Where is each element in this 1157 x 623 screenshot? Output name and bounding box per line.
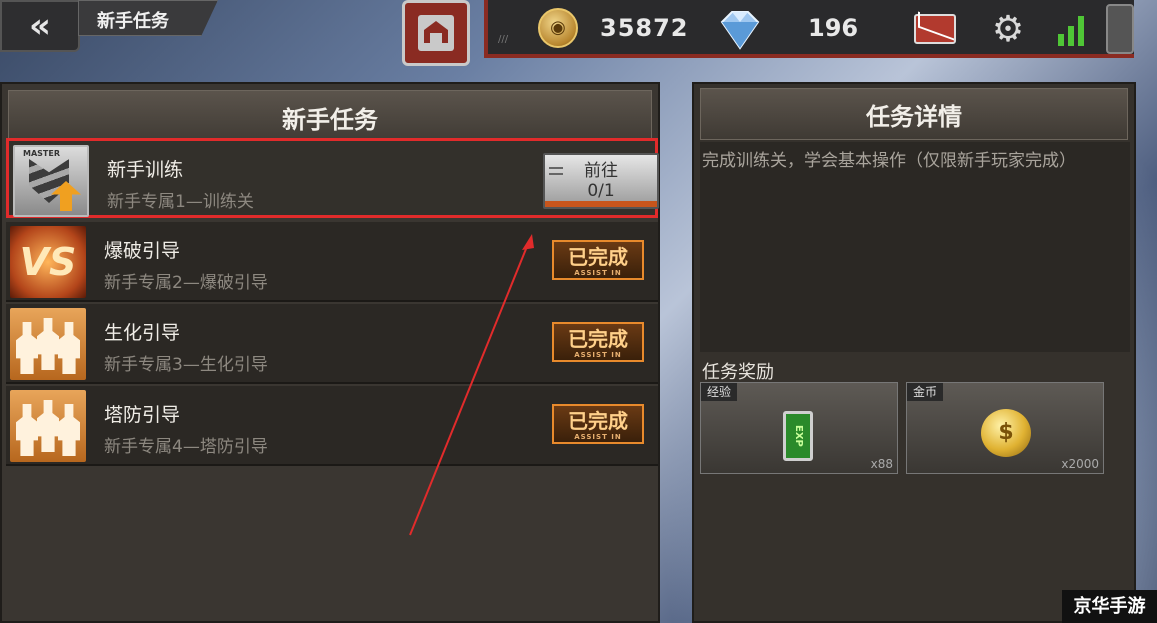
master-tag: MASTER	[23, 149, 60, 158]
reward-card-exp: 经验 EXP x88	[700, 382, 898, 474]
side-handle[interactable]	[1106, 4, 1134, 54]
completed-label: 已完成	[568, 245, 628, 269]
stripe-icon	[549, 167, 563, 175]
task-name: 塔防引导	[104, 404, 181, 426]
task-row-demolition[interactable]: VS 爆破引导 新手专属2—爆破引导 已完成 ASSIST IN	[6, 222, 658, 302]
reward-count: x88	[870, 457, 893, 471]
completed-badge: 已完成 ASSIST IN	[552, 240, 644, 280]
task-detail-title: 任务详情	[700, 88, 1128, 140]
diamond-icon	[720, 11, 760, 50]
gold-coins-icon: $	[981, 409, 1031, 457]
reward-card-gold: 金币 $ x2000	[906, 382, 1104, 474]
completed-label: 已完成	[568, 409, 628, 433]
soldier-figure-icon	[16, 404, 38, 456]
task-description: 完成训练关，学会基本操作（仅限新手玩家完成）	[700, 142, 1130, 352]
completed-badge: 已完成 ASSIST IN	[552, 404, 644, 444]
task-row-tower-defense[interactable]: 塔防引导 新手专属4—塔防引导 已完成 ASSIST IN	[6, 386, 658, 466]
exp-card-icon: EXP	[783, 411, 813, 461]
double-chevron-left-icon: «	[29, 6, 51, 46]
completed-label: 已完成	[568, 327, 628, 351]
reward-label: 金币	[907, 383, 944, 401]
signal-icon	[1056, 14, 1092, 46]
go-button[interactable]: 前往 0/1	[543, 153, 659, 209]
coin-count: 35872	[600, 14, 689, 42]
decor-stripes: ///	[498, 34, 509, 45]
soldier-figure-icon	[58, 322, 80, 374]
home-icon	[418, 15, 454, 51]
vs-icon: VS	[10, 226, 86, 298]
task-detail-panel: 任务详情 完成训练关，学会基本操作（仅限新手玩家完成） 任务奖励 经验 EXP …	[692, 82, 1136, 623]
soldier-figure-icon	[58, 404, 80, 456]
reward-count: x2000	[1061, 457, 1099, 471]
task-progress: 0/1	[587, 181, 615, 201]
completed-sub: ASSIST IN	[574, 269, 622, 277]
completed-sub: ASSIST IN	[574, 433, 622, 441]
master-rank-up-icon: MASTER	[13, 145, 89, 217]
progress-bar	[545, 201, 657, 207]
gem-count: 196	[808, 14, 859, 42]
task-row-biochem[interactable]: 生化引导 新手专属3—生化引导 已完成 ASSIST IN	[6, 304, 658, 384]
rewards-title: 任务奖励	[702, 362, 774, 383]
soldier-figure-icon	[16, 322, 38, 374]
soldier-figure-icon	[37, 318, 59, 370]
reward-label: 经验	[701, 383, 738, 401]
soldier-figure-icon	[37, 400, 59, 452]
annotation-arrow	[409, 234, 534, 536]
squad-icon	[10, 390, 86, 462]
task-name: 生化引导	[104, 322, 181, 344]
task-name: 新手训练	[107, 159, 184, 181]
squad-icon	[10, 308, 86, 380]
watermark: 京华手游	[1062, 590, 1157, 623]
gear-icon[interactable]: ⚙	[988, 10, 1028, 50]
task-list-panel: 新手任务 MASTER 新手训练 新手专属1—训练关 前往 0/1 VS 爆破引…	[0, 82, 660, 623]
coin-icon: ◉	[538, 8, 578, 48]
task-desc: 新手专属2—爆破引导	[104, 273, 268, 293]
task-row-training[interactable]: MASTER 新手训练 新手专属1—训练关 前往 0/1	[6, 138, 659, 218]
back-button[interactable]: «	[0, 0, 80, 52]
task-desc: 新手专属4—塔防引导	[104, 437, 268, 457]
completed-sub: ASSIST IN	[574, 351, 622, 359]
home-button[interactable]	[402, 0, 470, 66]
mail-icon[interactable]	[914, 14, 956, 44]
task-desc: 新手专属3—生化引导	[104, 355, 268, 375]
task-list-title: 新手任务	[8, 90, 652, 144]
task-name: 爆破引导	[104, 240, 181, 262]
page-title: 新手任务	[78, 0, 218, 36]
task-desc: 新手专属1—训练关	[107, 192, 254, 212]
completed-badge: 已完成 ASSIST IN	[552, 322, 644, 362]
